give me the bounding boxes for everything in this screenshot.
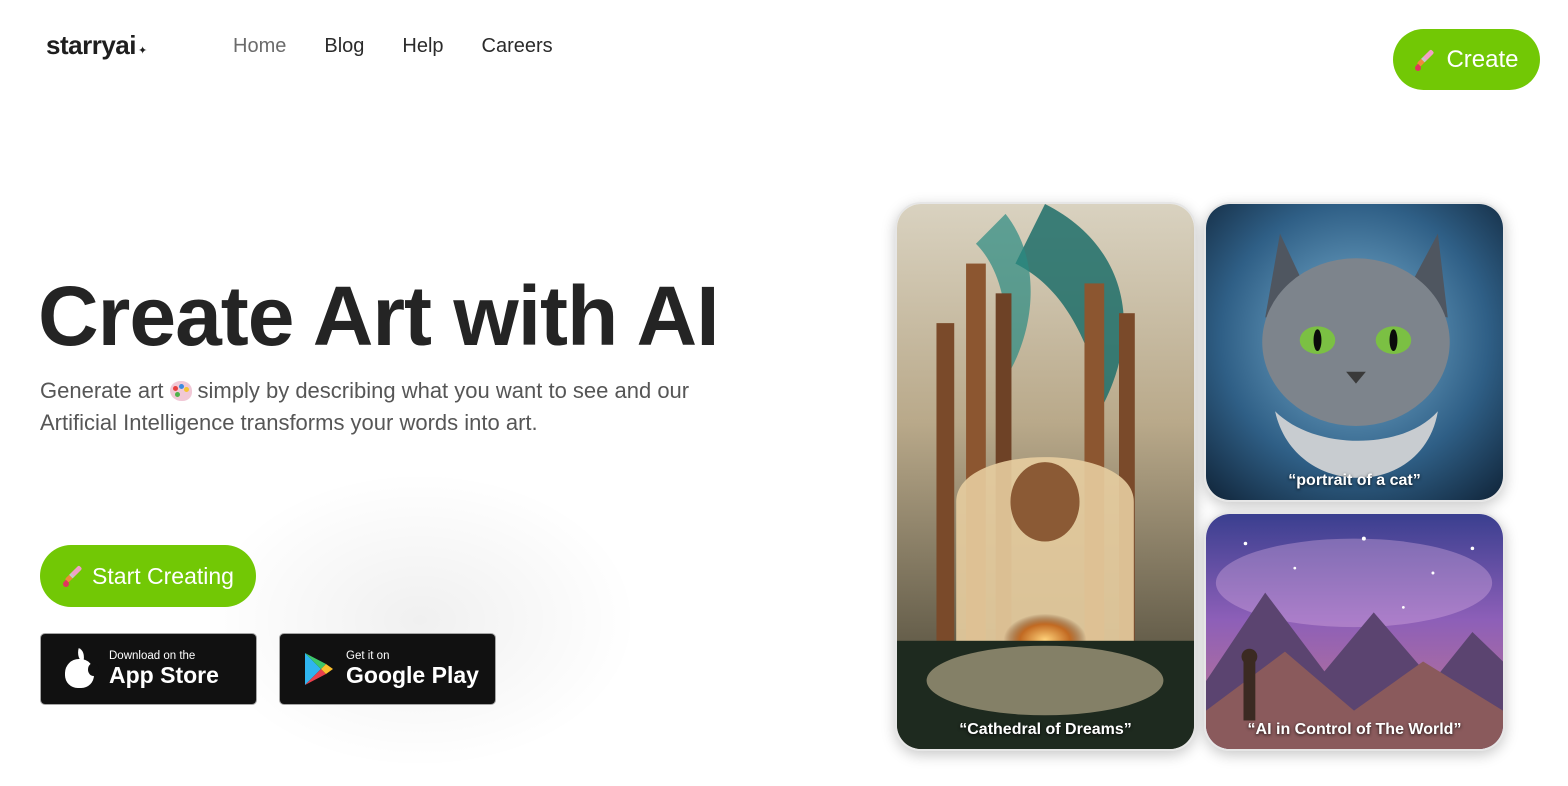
google-play-big-label: Google Play — [346, 662, 479, 689]
google-play-text: Get it on Google Play — [346, 649, 479, 689]
cat-artwork — [1206, 204, 1503, 500]
logo-star-icon: ✦ — [137, 45, 147, 57]
main-nav: Home Blog Help Careers — [233, 35, 553, 58]
cathedral-artwork — [897, 204, 1194, 749]
artist-palette-icon — [169, 381, 192, 401]
logo-text: starryai — [46, 30, 136, 60]
app-store-big-label: App Store — [109, 662, 219, 689]
app-store-button[interactable]: Download on the App Store — [40, 633, 257, 705]
start-creating-button[interactable]: Start Creating — [40, 545, 256, 607]
create-button-label: Create — [1446, 45, 1519, 73]
google-play-icon — [305, 653, 333, 685]
caption-cat: “portrait of a cat” — [1288, 472, 1421, 489]
nav-home[interactable]: Home — [233, 35, 286, 58]
hero-subtitle-start: Generate art — [40, 378, 164, 403]
apple-icon — [63, 648, 99, 689]
gallery-card-world[interactable]: “AI in Control of The World” — [1204, 512, 1505, 751]
hero-title: Create Art with AI — [38, 269, 720, 363]
starryai-logo[interactable]: starryai ✦ — [46, 30, 147, 61]
gallery-card-cathedral[interactable]: “Cathedral of Dreams” — [895, 202, 1196, 751]
google-play-small-label: Get it on — [346, 649, 390, 662]
nav-help[interactable]: Help — [402, 35, 443, 58]
app-store-small-label: Download on the — [109, 649, 196, 662]
decorative-shadow — [200, 470, 640, 770]
nav-careers[interactable]: Careers — [482, 35, 553, 58]
app-store-text: Download on the App Store — [109, 649, 219, 689]
google-play-button[interactable]: Get it on Google Play — [279, 633, 496, 705]
caption-cathedral: “Cathedral of Dreams” — [959, 721, 1132, 738]
nav-blog[interactable]: Blog — [324, 35, 364, 58]
create-button[interactable]: Create — [1393, 29, 1540, 90]
world-artwork — [1206, 514, 1503, 749]
paintbrush-icon — [1414, 49, 1436, 71]
paintbrush-icon — [62, 565, 84, 587]
start-creating-label: Start Creating — [92, 562, 234, 589]
gallery-card-cat[interactable]: “portrait of a cat” — [1204, 202, 1505, 502]
caption-world: “AI in Control of The World” — [1247, 721, 1462, 738]
landing-page: starryai ✦ Home Blog Help Careers Create… — [0, 0, 1568, 786]
hero-subtitle: Generate art simply by describing what yo… — [40, 375, 720, 439]
